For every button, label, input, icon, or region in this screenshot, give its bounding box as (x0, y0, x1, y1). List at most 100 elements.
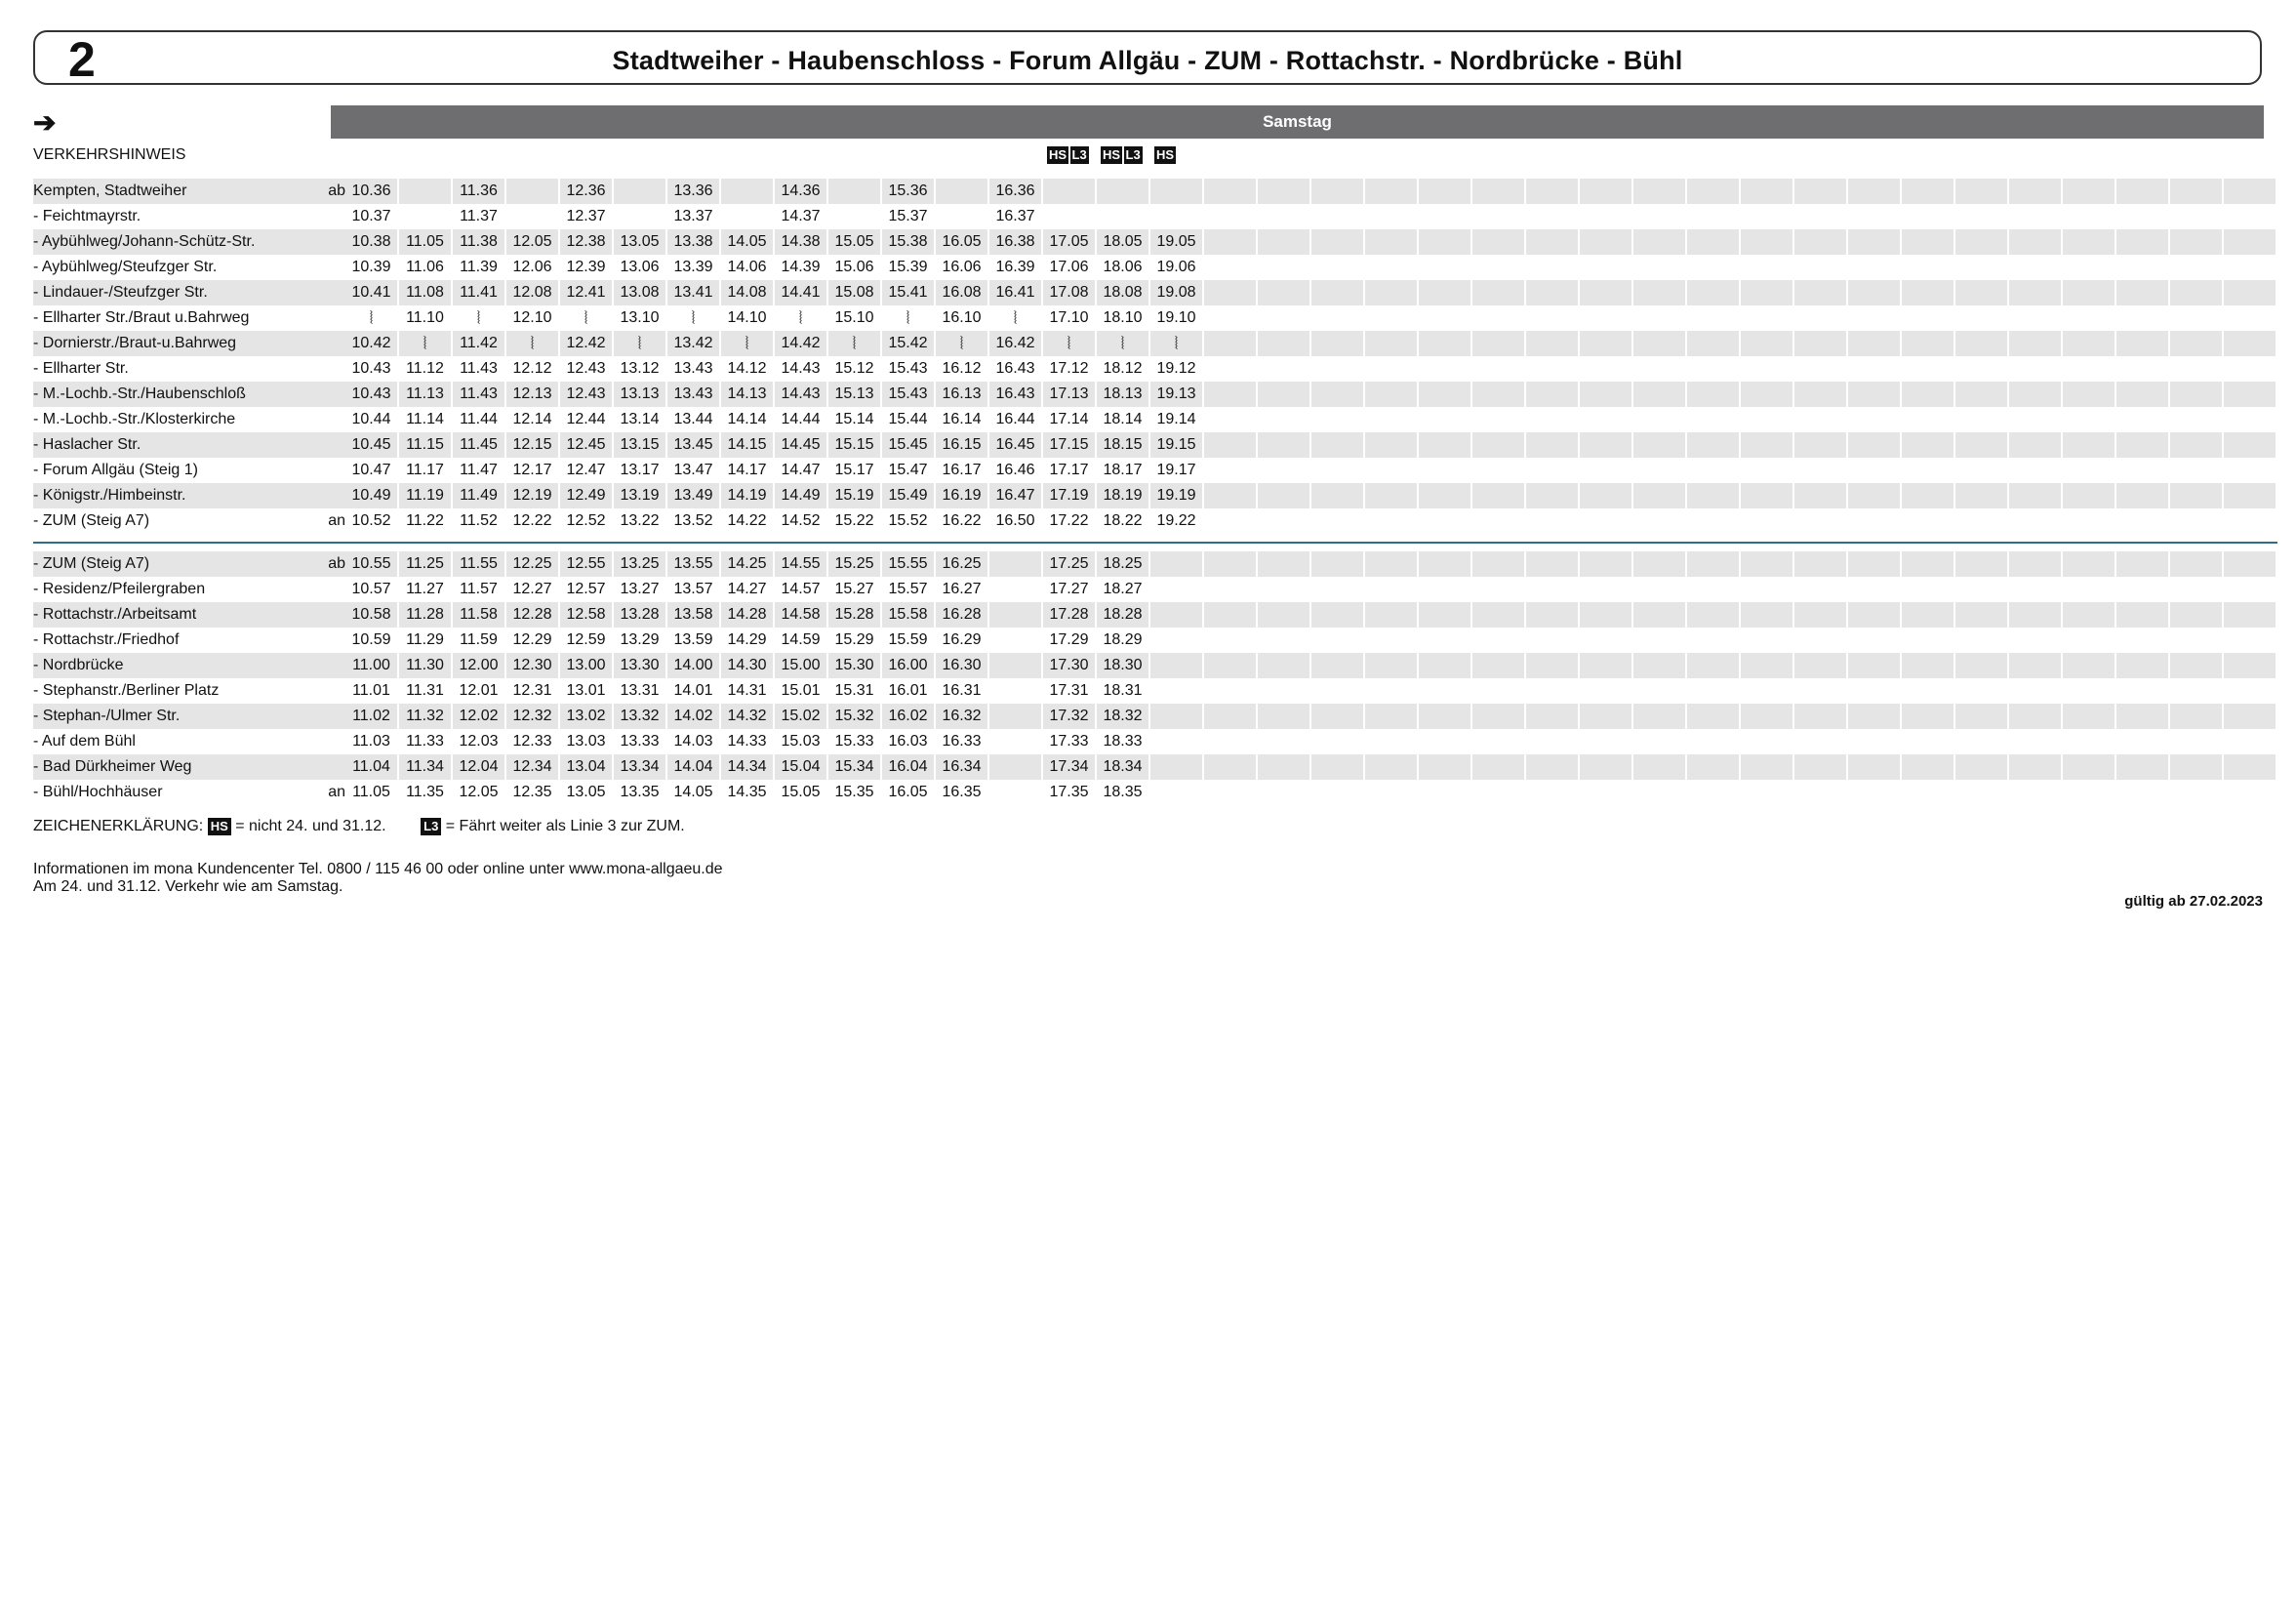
empty-cell (1902, 704, 1955, 729)
wiggle-icon: ⦚ (1174, 333, 1179, 353)
empty-cell (1365, 280, 1419, 305)
empty-cell (1258, 704, 1311, 729)
empty-cell (1311, 305, 1365, 331)
empty-cell (1526, 229, 1580, 255)
empty-cell (1687, 204, 1741, 229)
empty-cell (1955, 179, 2009, 204)
empty-cell (2116, 729, 2170, 754)
time-cell (989, 577, 1043, 602)
empty-cell (1794, 729, 1848, 754)
empty-cell (1258, 458, 1311, 483)
empty-cell (1633, 704, 1687, 729)
empty-cell (1580, 179, 1633, 204)
time-cell: 13.43 (667, 382, 721, 407)
time-cell: 15.44 (882, 407, 936, 432)
time-cell: 14.28 (721, 602, 775, 628)
empty-cell (2116, 305, 2170, 331)
empty-cell (2009, 305, 2063, 331)
time-cell (1150, 204, 1204, 229)
empty-cell (1419, 754, 1472, 780)
empty-cell (2009, 407, 2063, 432)
empty-cell (1204, 551, 1258, 577)
stop-name: - Nordbrücke (33, 653, 316, 678)
time-cell: 10.55 (345, 551, 399, 577)
empty-cell (1365, 780, 1419, 805)
time-cell: 14.05 (721, 229, 775, 255)
empty-cell (1419, 628, 1472, 653)
empty-cell (1258, 678, 1311, 704)
time-cell: 18.29 (1097, 628, 1150, 653)
time-cell: 12.52 (560, 508, 614, 534)
time-cell: 13.32 (614, 704, 667, 729)
time-cell: 18.05 (1097, 229, 1150, 255)
empty-cell (2116, 678, 2170, 704)
wiggle-icon: ⦚ (852, 333, 857, 353)
skip-stop-icon: ⦚ (560, 305, 614, 331)
empty-cell (1741, 179, 1794, 204)
empty-cell (1258, 407, 1311, 432)
skip-stop-icon: ⦚ (1150, 331, 1204, 356)
time-cell (989, 551, 1043, 577)
empty-cell (1687, 280, 1741, 305)
empty-cell (1848, 704, 1902, 729)
empty-cell (2116, 458, 2170, 483)
empty-cell (1204, 331, 1258, 356)
empty-cell (1580, 577, 1633, 602)
time-cell: 15.38 (882, 229, 936, 255)
time-cell: 15.32 (828, 704, 882, 729)
empty-cell (1204, 628, 1258, 653)
empty-cell (1848, 179, 1902, 204)
time-cell: 13.36 (667, 179, 721, 204)
empty-cell (1687, 458, 1741, 483)
time-cell: 12.38 (560, 229, 614, 255)
time-cell: 11.37 (453, 204, 506, 229)
time-cell: 15.13 (828, 382, 882, 407)
day-header: Samstag (331, 105, 2264, 139)
empty-cell (1204, 577, 1258, 602)
time-cell (1150, 729, 1204, 754)
empty-cell (1794, 754, 1848, 780)
empty-cell (2224, 602, 2277, 628)
time-cell: 14.41 (775, 280, 828, 305)
time-cell: 14.01 (667, 678, 721, 704)
time-cell: 14.25 (721, 551, 775, 577)
empty-cell (1633, 331, 1687, 356)
empty-cell (1794, 229, 1848, 255)
stop-name: - Ellharter Str./Braut u.Bahrweg (33, 309, 250, 326)
empty-cell (1526, 704, 1580, 729)
time-cell: 12.13 (506, 382, 560, 407)
empty-cell (1472, 432, 1526, 458)
empty-cell (1633, 356, 1687, 382)
time-cell: 10.45 (345, 432, 399, 458)
time-cell: 11.55 (453, 551, 506, 577)
time-cell: 12.59 (560, 628, 614, 653)
empty-cell (1472, 407, 1526, 432)
empty-cell (1472, 653, 1526, 678)
stop-name: - Rottachstr./Friedhof (33, 631, 180, 648)
time-cell: 11.00 (345, 653, 399, 678)
stop-name: - Rottachstr./Arbeitsamt (33, 602, 316, 628)
empty-cell (1311, 729, 1365, 754)
legend: ZEICHENERKLÄRUNG: HS = nicht 24. und 31.… (33, 818, 685, 835)
time-cell: 11.32 (399, 704, 453, 729)
time-cell: 17.12 (1043, 356, 1097, 382)
empty-cell (1311, 179, 1365, 204)
time-cell: 13.47 (667, 458, 721, 483)
empty-cell (1419, 305, 1472, 331)
empty-cell (1204, 255, 1258, 280)
empty-cell (2009, 577, 2063, 602)
empty-cell (1365, 704, 1419, 729)
empty-cell (1955, 704, 2009, 729)
time-cell: 14.43 (775, 382, 828, 407)
block-gap (33, 534, 2277, 542)
time-cell: 12.19 (506, 483, 560, 508)
empty-cell (1848, 305, 1902, 331)
empty-cell (2224, 382, 2277, 407)
time-cell: 11.47 (453, 458, 506, 483)
marker-l3-badge: L3 (1069, 146, 1089, 164)
wiggle-icon: ⦚ (906, 307, 910, 328)
time-cell: 19.12 (1150, 356, 1204, 382)
empty-cell (1204, 508, 1258, 534)
empty-cell (1580, 628, 1633, 653)
empty-cell (1258, 280, 1311, 305)
